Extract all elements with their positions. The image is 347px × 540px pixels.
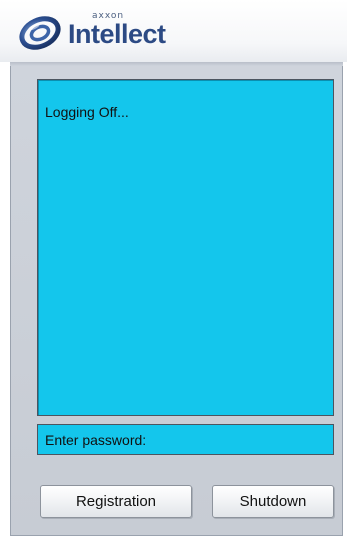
logo-brand-name: Intellect — [68, 19, 166, 49]
login-window: axxon Intellect Logging Off... Enter pas… — [0, 0, 347, 540]
status-message-box: Logging Off... — [37, 79, 334, 416]
status-message-text: Logging Off... — [45, 104, 129, 120]
shutdown-button[interactable]: Shutdown — [212, 485, 334, 518]
logo-header: axxon Intellect — [0, 0, 347, 62]
registration-button[interactable]: Registration — [40, 485, 192, 518]
panel-top-edge — [10, 62, 343, 66]
orbit-logo-icon — [19, 16, 61, 50]
password-field[interactable]: Enter password: — [37, 424, 334, 455]
password-prompt-label: Enter password: — [45, 432, 147, 448]
